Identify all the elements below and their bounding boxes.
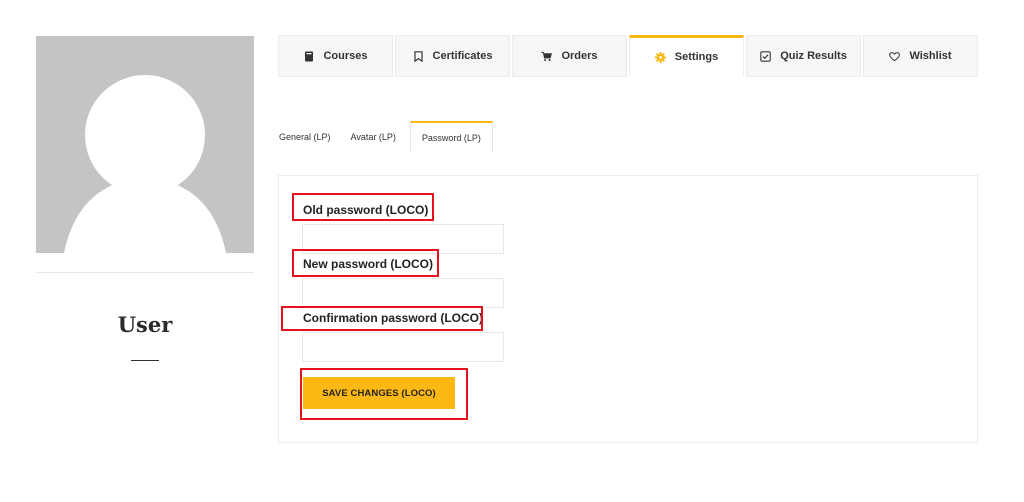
cart-icon [541, 51, 553, 62]
avatar [36, 36, 254, 253]
tab-certificates-label: Certificates [432, 50, 493, 62]
profile-divider [36, 272, 254, 273]
tab-quiz-results[interactable]: Quiz Results [746, 35, 861, 77]
tab-quiz-results-label: Quiz Results [780, 50, 847, 62]
new-password-input[interactable] [302, 278, 504, 308]
tab-settings[interactable]: Settings [629, 35, 744, 77]
tab-certificates[interactable]: Certificates [395, 35, 510, 77]
default-user-icon [64, 75, 226, 253]
subtab-password[interactable]: Password (LP) [409, 121, 493, 153]
user-name: User [117, 312, 173, 337]
heart-icon [889, 51, 901, 62]
tab-courses-label: Courses [323, 50, 368, 62]
subtab-avatar[interactable]: Avatar (LP) [341, 121, 406, 153]
old-password-input[interactable] [302, 224, 504, 254]
profile-tabs: Courses Certificates Orders Settings Qui… [278, 35, 978, 77]
bookmark-icon [413, 50, 424, 62]
book-icon [303, 51, 314, 62]
checkbox-icon [760, 50, 771, 62]
old-password-label: Old password (LOCO) [303, 203, 429, 217]
confirm-password-label: Confirmation password (LOCO) [303, 311, 483, 325]
save-changes-button[interactable]: SAVE CHANGES (LOCO) [303, 377, 455, 409]
tab-wishlist[interactable]: Wishlist [863, 35, 978, 77]
gear-icon [654, 51, 666, 63]
tab-orders[interactable]: Orders [512, 35, 627, 77]
settings-subtabs: General (LP) Avatar (LP) Password (LP) [278, 121, 493, 153]
tab-courses[interactable]: Courses [278, 35, 393, 77]
name-underline [131, 360, 159, 361]
new-password-label: New password (LOCO) [303, 257, 434, 271]
confirm-password-input[interactable] [302, 332, 504, 362]
tab-settings-label: Settings [674, 51, 719, 63]
tab-orders-label: Orders [561, 50, 598, 62]
subtab-general[interactable]: General (LP) [278, 121, 341, 153]
tab-wishlist-label: Wishlist [909, 50, 952, 62]
